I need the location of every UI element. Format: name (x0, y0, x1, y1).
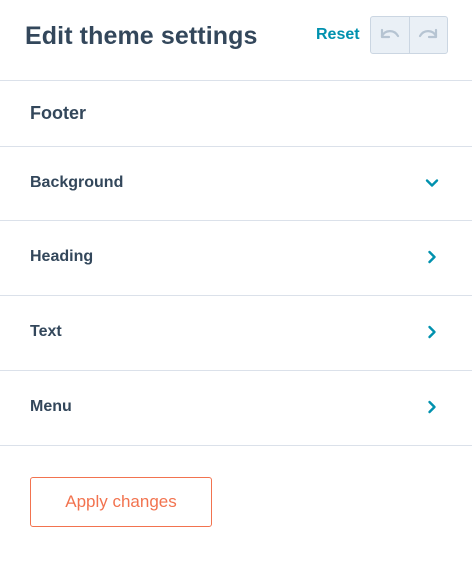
accordion-label: Heading (30, 248, 94, 265)
panel-header: Edit theme settings Reset (0, 0, 472, 81)
accordion-item-background[interactable]: Background (0, 147, 472, 221)
accordion-label: Menu (30, 398, 72, 415)
accordion-item-text[interactable]: Text (0, 296, 472, 371)
accordion-item-menu[interactable]: Menu (0, 371, 472, 446)
reset-button[interactable]: Reset (316, 26, 360, 44)
redo-icon (419, 28, 438, 39)
undo-button[interactable] (371, 17, 409, 53)
redo-button[interactable] (408, 17, 448, 53)
panel-title: Edit theme settings (25, 22, 258, 50)
chevron-down-icon (425, 179, 439, 187)
section-header: Footer (0, 81, 472, 147)
section-title: Footer (30, 103, 86, 123)
chevron-right-icon (428, 325, 436, 339)
accordion-label: Text (30, 323, 62, 340)
chevron-right-icon (428, 250, 436, 264)
undo-icon (380, 28, 399, 39)
apply-changes-button[interactable]: Apply changes (30, 477, 212, 527)
undo-redo-group (370, 16, 448, 54)
accordion-item-heading[interactable]: Heading (0, 221, 472, 296)
chevron-right-icon (428, 400, 436, 414)
accordion-label: Background (30, 174, 124, 191)
